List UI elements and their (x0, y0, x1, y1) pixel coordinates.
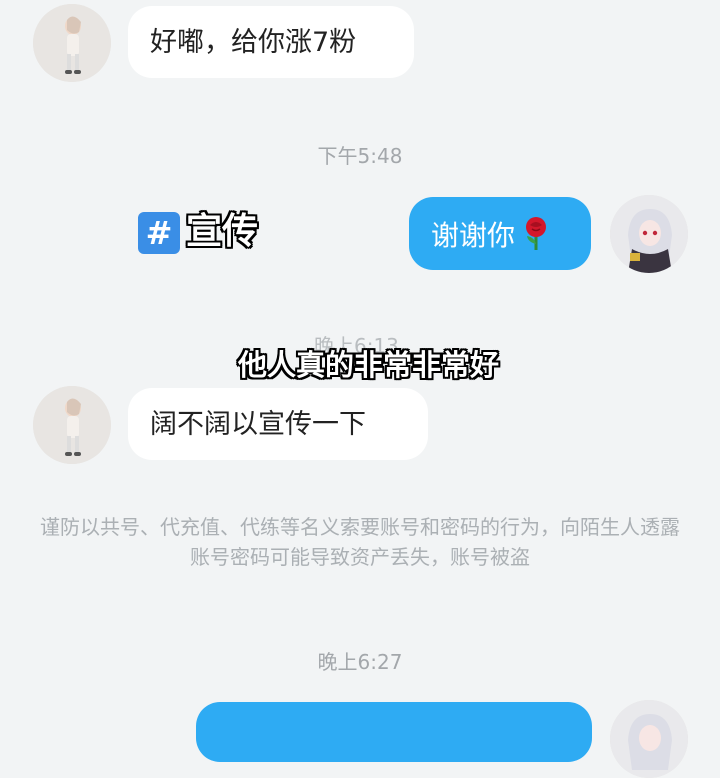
message-text: 谢谢你 (431, 218, 516, 252)
contact-avatar[interactable] (33, 4, 111, 82)
rose-icon (526, 216, 547, 250)
contact-avatar[interactable] (33, 386, 111, 464)
message-bubble-outgoing-partial[interactable] (196, 702, 592, 762)
timestamp: 晚上6:27 (317, 650, 403, 674)
anime-character-icon (610, 700, 688, 778)
timestamp: 下午5:48 (317, 144, 403, 168)
message-bubble-incoming[interactable]: 好嘟，给你涨7粉 (128, 6, 414, 78)
message-bubble-incoming[interactable]: 阔不阔以宣传一下 (128, 388, 428, 460)
hashtag-icon: # (138, 212, 180, 254)
my-avatar[interactable] (610, 195, 688, 273)
message-text: 阔不阔以宣传一下 (150, 408, 366, 440)
my-avatar-partial[interactable] (610, 700, 688, 778)
chibi-figure-icon (33, 386, 111, 464)
anime-character-icon (610, 195, 688, 273)
security-notice: 谨防以共号、代充值、代练等名义索要账号和密码的行为，向陌生人透露账号密码可能导致… (40, 515, 680, 569)
hashtag-label: 宣传 (186, 211, 259, 252)
video-caption: 他人真的非常非常好 (238, 348, 500, 382)
message-bubble-outgoing[interactable]: 谢谢你 (409, 197, 591, 270)
hashtag-overlay: # 宣传 (138, 202, 258, 254)
message-text: 好嘟，给你涨7粉 (150, 26, 357, 58)
chibi-figure-icon (33, 4, 111, 82)
